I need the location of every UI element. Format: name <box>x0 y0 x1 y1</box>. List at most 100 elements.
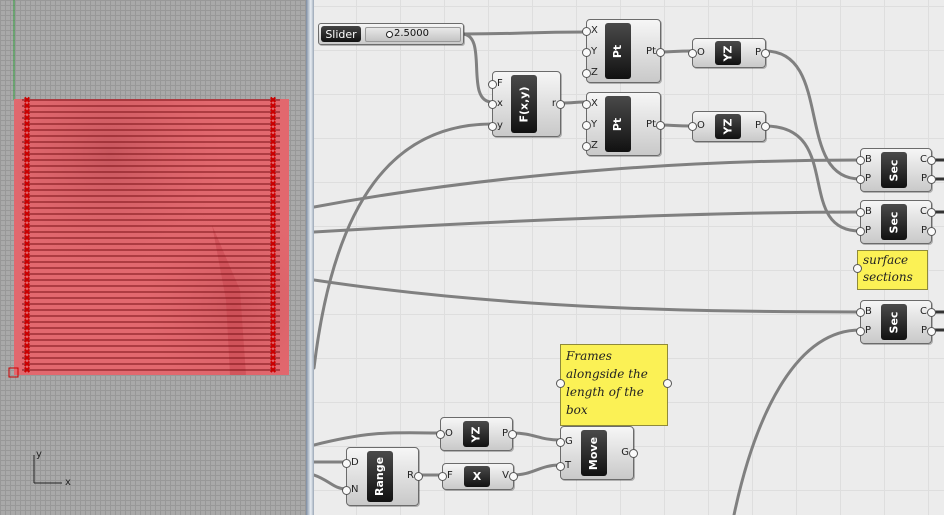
pt2-out-grip[interactable] <box>656 121 665 130</box>
sec1-p-grip[interactable] <box>856 175 865 184</box>
note-sections-grip[interactable] <box>853 264 862 273</box>
sec3-b-grip[interactable] <box>856 308 865 317</box>
panel-splitter[interactable] <box>306 0 314 515</box>
yz-plane-3[interactable]: O YZ P <box>436 417 517 451</box>
yz-plane-2[interactable]: O YZ P <box>688 111 770 142</box>
pt2-z-grip[interactable] <box>582 142 591 151</box>
sec3-label: Sec <box>881 304 907 340</box>
pt2-output: Pt <box>646 119 656 130</box>
pt1-x-grip[interactable] <box>582 27 591 36</box>
construct-point-2[interactable]: X Y Z Pt Pt <box>582 92 665 156</box>
xvec-input: F <box>447 470 453 481</box>
range-n-grip[interactable] <box>342 486 351 495</box>
yz1-label: YZ <box>715 41 741 65</box>
move-component[interactable]: G T Move G <box>556 426 638 480</box>
move-t-grip[interactable] <box>556 462 565 471</box>
note-frames-line-4: box <box>566 403 588 417</box>
sec2-label: Sec <box>881 204 907 240</box>
unit-x-vector[interactable]: F X V <box>438 463 518 490</box>
sec3-p-grip[interactable] <box>856 327 865 336</box>
yz1-input: O <box>697 47 705 58</box>
sec2-c-grip[interactable] <box>927 208 936 217</box>
pt1-output: Pt <box>646 46 656 57</box>
sec3-input-b: B <box>865 306 872 317</box>
fxy-y-grip[interactable] <box>488 122 497 131</box>
sec1-c-grip[interactable] <box>927 156 936 165</box>
section-1[interactable]: B P Sec C P <box>856 148 936 192</box>
fxy-input-y: y <box>497 120 503 131</box>
fxy-f-grip[interactable] <box>488 80 497 89</box>
pt1-out-grip[interactable] <box>656 48 665 57</box>
sec2-p-grip[interactable] <box>856 227 865 236</box>
wire-yz3-move <box>510 431 562 442</box>
pt1-y-grip[interactable] <box>582 48 591 57</box>
fxy-out-grip[interactable] <box>556 100 565 109</box>
yz1-out-grip[interactable] <box>761 49 770 58</box>
range-input-d: D <box>351 457 359 468</box>
section-3[interactable]: B P Sec C P <box>856 300 936 344</box>
pt1-input-x: X <box>591 25 598 36</box>
range-component[interactable]: D N Range R <box>342 447 423 506</box>
range-out-grip[interactable] <box>414 472 423 481</box>
xvec-in-grip[interactable] <box>438 472 447 481</box>
fxy-label: F(x,y) <box>511 75 537 133</box>
slider-handle[interactable] <box>386 31 393 38</box>
slider-value: 2.5000 <box>394 28 429 39</box>
pt1-z-grip[interactable] <box>582 69 591 78</box>
sec2-input-b: B <box>865 206 872 217</box>
pt2-x-grip[interactable] <box>582 100 591 109</box>
move-input-g: G <box>565 436 573 447</box>
sec2-b-grip[interactable] <box>856 208 865 217</box>
note-frames-line-3: length of the <box>566 385 644 399</box>
yz2-input: O <box>697 120 705 131</box>
yz2-out-grip[interactable] <box>761 122 770 131</box>
note-surface-sections[interactable]: surface sections <box>853 250 928 290</box>
pt2-y-grip[interactable] <box>582 121 591 130</box>
xvec-label: X <box>464 466 490 487</box>
wire-slider-fxy <box>460 32 494 104</box>
section-2[interactable]: B P Sec C P <box>856 200 936 244</box>
yz2-label: YZ <box>715 114 741 139</box>
grasshopper-canvas[interactable]: Slider 2.5000 X Y Z Pt Pt F x y F(x,y) r… <box>314 0 944 515</box>
pt2-input-x: X <box>591 98 598 109</box>
sec3-c-grip[interactable] <box>927 308 936 317</box>
note-frames[interactable]: Frames alongside the length of the box <box>556 344 672 426</box>
yz1-in-grip[interactable] <box>688 49 697 58</box>
number-slider[interactable]: Slider 2.5000 <box>318 23 464 45</box>
range-label: Range <box>367 451 393 502</box>
note-frames-right-grip[interactable] <box>663 379 672 388</box>
axis-x-label: x <box>65 477 71 488</box>
rhino-viewport[interactable]: ✖ ✖ ✖ ✖ ✖ ✖ ✖ ✖ ✖ ✖ ✖ ✖ ✖ ✖ ✖ ✖ ✖ ✖ ✖ ✖ ✖ ✖ ✖ ✖ ✖ ✖ ✖ ✖ ✖ ✖ ✖ ✖ ✖ ✖ ✖ ✖ ✖ ✖ ✖ ✖… <box>0 0 306 515</box>
note-frames-line-2: alongside the <box>566 367 648 381</box>
construct-point-1[interactable]: X Y Z Pt Pt <box>582 19 665 83</box>
move-out-grip[interactable] <box>629 449 638 458</box>
note-frames-left-grip[interactable] <box>556 379 565 388</box>
sec2-pout-grip[interactable] <box>927 227 936 236</box>
viewport-scene: ✖ ✖✖ ✖✖ ✖✖ ✖✖ ✖✖ ✖✖ ✖✖ ✖✖ ✖✖ ✖✖ ✖✖ ✖✖ ✖✖ ✖✖ ✖✖ ✖✖ ✖✖ ✖✖ ✖✖ ✖… <box>8 0 289 488</box>
wire-in-yz3 <box>314 431 442 447</box>
fxy-input-f: F <box>497 78 503 89</box>
yz2-in-grip[interactable] <box>688 122 697 131</box>
note-sections-line-2: sections <box>863 270 913 284</box>
pt2-label: Pt <box>605 96 631 152</box>
yz-plane-1[interactable]: O YZ P <box>688 38 770 68</box>
yz3-in-grip[interactable] <box>436 430 445 439</box>
note-sections-line-1: surface <box>863 253 909 267</box>
xvec-output: V <box>502 470 509 481</box>
move-label: Move <box>581 430 607 476</box>
xvec-out-grip[interactable] <box>509 472 518 481</box>
sec3-output-c: C <box>920 306 927 317</box>
pt1-label: Pt <box>605 23 631 79</box>
yz3-input: O <box>445 428 453 439</box>
sec1-b-grip[interactable] <box>856 156 865 165</box>
slider-track[interactable]: 2.5000 <box>365 27 461 42</box>
wire-in-sec1 <box>314 158 862 209</box>
wire-down-sec3 <box>732 328 862 515</box>
sec3-pout-grip[interactable] <box>927 327 936 336</box>
range-d-grip[interactable] <box>342 459 351 468</box>
expression-fxy[interactable]: F x y F(x,y) r <box>488 71 565 137</box>
move-g-grip[interactable] <box>556 438 565 447</box>
fxy-x-grip[interactable] <box>488 100 497 109</box>
sec1-pout-grip[interactable] <box>927 175 936 184</box>
yz3-out-grip[interactable] <box>508 430 517 439</box>
